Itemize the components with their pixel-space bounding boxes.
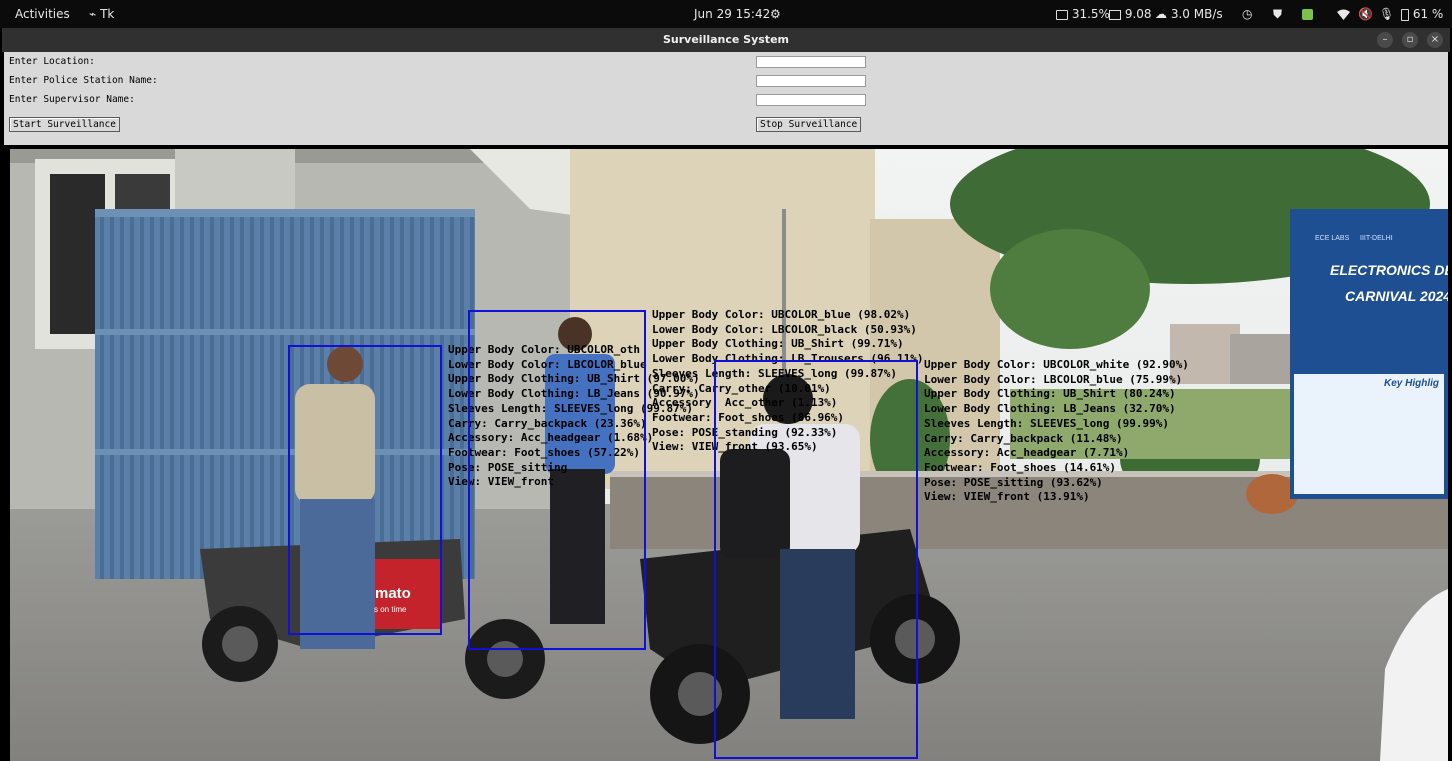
cpu-indicator[interactable]: 31.5% bbox=[1056, 0, 1110, 28]
clock[interactable]: Jun 29 15:42 bbox=[694, 0, 770, 28]
surveillance-form: Enter Location: Enter Police Station Nam… bbox=[4, 52, 1448, 145]
battery-value: 61 % bbox=[1412, 7, 1444, 21]
attribute-line: Upper Body Clothing: UB_Shirt (99.71%) bbox=[652, 337, 904, 351]
supervisor-label: Enter Supervisor Name: bbox=[9, 94, 135, 105]
attribute-line: Upper Body Color: UBCOLOR_white (92.90%) bbox=[924, 358, 1189, 371]
sign-highlights-text: Key Highlig bbox=[1384, 378, 1440, 389]
microphone-icon[interactable]: 🎙 bbox=[1379, 0, 1394, 28]
cloud-icon: ☁ bbox=[1155, 7, 1167, 21]
volume-icon[interactable]: 🔇 bbox=[1358, 0, 1373, 28]
attribute-line: Upper Body Color: UBCOLOR_blue (98.02%) bbox=[652, 308, 911, 321]
attribute-line: View: VIEW_front (13.91%) bbox=[924, 490, 1090, 504]
attribute-line: Sleeves Length: SLEEVES_long (99.99%) bbox=[924, 416, 1170, 430]
attribute-line: Footwear: Foot_shoes (14.61%) bbox=[924, 460, 1117, 474]
police-station-input[interactable] bbox=[756, 75, 866, 87]
attribute-line: Upper Body Clothing: UB_Shirt (80.24%) bbox=[924, 387, 1176, 401]
network-speed-value: 3.0 MB/s bbox=[1170, 7, 1223, 21]
window-title: Surveillance System bbox=[662, 33, 789, 46]
battery-icon bbox=[1401, 8, 1409, 21]
app-menu[interactable]: ⌁ Tk bbox=[89, 0, 114, 28]
shield-icon[interactable]: ⛊ bbox=[1273, 0, 1282, 28]
network-speed-indicator[interactable]: ☁ 3.0 MB/s bbox=[1155, 0, 1223, 28]
attribute-line: Carry: Carry_backpack (11.48%) bbox=[924, 431, 1123, 445]
activities-button[interactable]: Activities bbox=[15, 0, 70, 28]
location-input[interactable] bbox=[756, 56, 866, 68]
memory-indicator[interactable]: 9.08 bbox=[1109, 0, 1152, 28]
wifi-icon[interactable] bbox=[1337, 0, 1350, 28]
battery-indicator[interactable]: 61 % bbox=[1401, 0, 1443, 28]
attribute-line: Lower Body Clothing: LB_Jeans (32.70%) bbox=[924, 402, 1176, 416]
detection-box-1 bbox=[288, 345, 442, 635]
detection-box-3 bbox=[714, 360, 918, 759]
sign-small-text-1: ECE LABS bbox=[1315, 235, 1350, 242]
clock-app-icon[interactable]: ◷ bbox=[1242, 0, 1252, 28]
sign-title-line-2: CARNIVAL 2024 bbox=[1345, 288, 1448, 304]
system-top-bar: Activities ⌁ Tk Jun 29 15:42 ⚙ 31.5% 9.0… bbox=[0, 0, 1452, 28]
attribute-line: Lower Body Color: LBCOLOR_black (50.93%) bbox=[652, 322, 917, 336]
location-label: Enter Location: bbox=[9, 56, 95, 67]
police-station-label: Enter Police Station Name: bbox=[9, 75, 158, 86]
app-icon: ⌁ bbox=[89, 7, 97, 21]
monitor-icon bbox=[1109, 9, 1121, 20]
stop-surveillance-button[interactable]: Stop Surveillance bbox=[756, 117, 862, 132]
detection-attributes-3: Upper Body Color: UBCOLOR_white (92.90%)… bbox=[924, 358, 1189, 505]
extension-icon[interactable] bbox=[1302, 0, 1313, 28]
detection-box-2 bbox=[468, 310, 646, 650]
video-feed: ECE LABS IIIT-DELHI ELECTRONICS DES CARN… bbox=[10, 149, 1448, 761]
supervisor-input[interactable] bbox=[756, 94, 866, 106]
attribute-line: Accessory: Acc_headgear (7.71%) bbox=[924, 446, 1130, 460]
maximize-button[interactable]: ▫ bbox=[1402, 32, 1418, 48]
app-name: Tk bbox=[100, 7, 115, 21]
cpu-value: 31.5% bbox=[1071, 7, 1110, 21]
attribute-line: Lower Body Color: LBCOLOR_blue (75.99%) bbox=[924, 372, 1183, 386]
notification-icon[interactable]: ⚙ bbox=[770, 0, 781, 28]
cpu-icon bbox=[1056, 9, 1068, 20]
minimize-button[interactable]: – bbox=[1377, 32, 1393, 48]
sign-title-line-1: ELECTRONICS DES bbox=[1330, 262, 1448, 278]
start-surveillance-button[interactable]: Start Surveillance bbox=[9, 117, 120, 132]
window-title-bar[interactable]: Surveillance System – ▫ × bbox=[2, 28, 1450, 52]
memory-value: 9.08 bbox=[1124, 7, 1152, 21]
close-button[interactable]: × bbox=[1427, 32, 1443, 48]
attribute-line: Pose: POSE_sitting (93.62%) bbox=[924, 475, 1103, 489]
sign-small-text-2: IIIT-DELHI bbox=[1360, 235, 1393, 242]
